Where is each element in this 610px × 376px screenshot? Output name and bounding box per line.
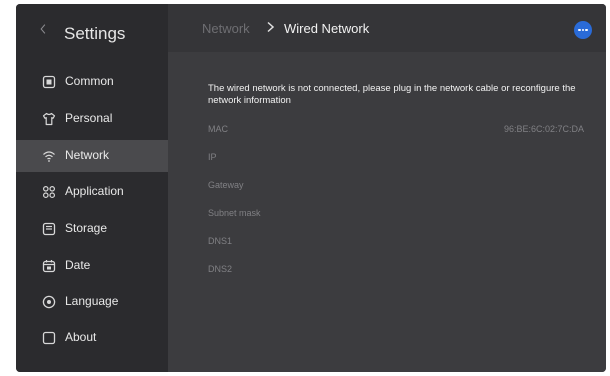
mac-label: MAC xyxy=(208,124,228,134)
storage-icon xyxy=(42,222,56,236)
subnet-mask-label: Subnet mask xyxy=(208,208,261,218)
globe-icon xyxy=(42,295,56,309)
main-panel: Network Wired Network The wired network … xyxy=(168,4,606,372)
sidebar-item-common[interactable]: Common xyxy=(16,66,168,98)
dns2-label: DNS2 xyxy=(208,264,233,274)
settings-window: Settings Common Personal Network Applica… xyxy=(16,4,606,372)
top-bar: Network Wired Network xyxy=(168,4,606,52)
sidebar-item-language[interactable]: Language xyxy=(16,286,168,318)
more-dots-icon[interactable] xyxy=(574,21,592,39)
sidebar-item-label: Network xyxy=(65,148,110,162)
mac-value: 96:BE:6C:02:7C:DA xyxy=(503,124,584,134)
sidebar-item-label: Common xyxy=(65,74,114,88)
sidebar-item-date[interactable]: Date xyxy=(16,250,168,282)
shirt-icon xyxy=(42,112,56,126)
sidebar-item-label: Date xyxy=(65,258,91,272)
gateway-label: Gateway xyxy=(208,180,244,190)
info-square-icon xyxy=(42,331,56,345)
sidebar-item-storage[interactable]: Storage xyxy=(16,213,168,245)
sidebar: Settings Common Personal Network Applica… xyxy=(16,4,168,372)
common-icon xyxy=(42,75,56,89)
calendar-icon xyxy=(42,260,56,273)
chevron-right-icon xyxy=(267,21,275,33)
breadcrumb-parent[interactable]: Network xyxy=(202,21,250,36)
sidebar-item-label: About xyxy=(65,330,97,344)
wifi-icon xyxy=(43,151,55,162)
sidebar-item-label: Language xyxy=(65,294,119,308)
dns1-label: DNS1 xyxy=(208,236,233,246)
apps-grid-icon xyxy=(42,185,56,199)
sidebar-item-application[interactable]: Application xyxy=(16,176,168,208)
sidebar-item-label: Application xyxy=(65,184,124,198)
sidebar-item-personal[interactable]: Personal xyxy=(16,103,168,135)
disconnected-notice: The wired network is not connected, plea… xyxy=(208,83,576,106)
settings-title: Settings xyxy=(64,24,126,43)
breadcrumb-current: Wired Network xyxy=(284,21,370,36)
ip-label: IP xyxy=(208,152,217,162)
sidebar-item-about[interactable]: About xyxy=(16,322,168,354)
back-chevron-icon[interactable] xyxy=(38,24,48,34)
sidebar-item-label: Personal xyxy=(65,111,113,125)
sidebar-header: Settings xyxy=(16,4,168,52)
sidebar-item-network[interactable]: Network xyxy=(16,140,168,172)
sidebar-item-label: Storage xyxy=(65,221,108,235)
